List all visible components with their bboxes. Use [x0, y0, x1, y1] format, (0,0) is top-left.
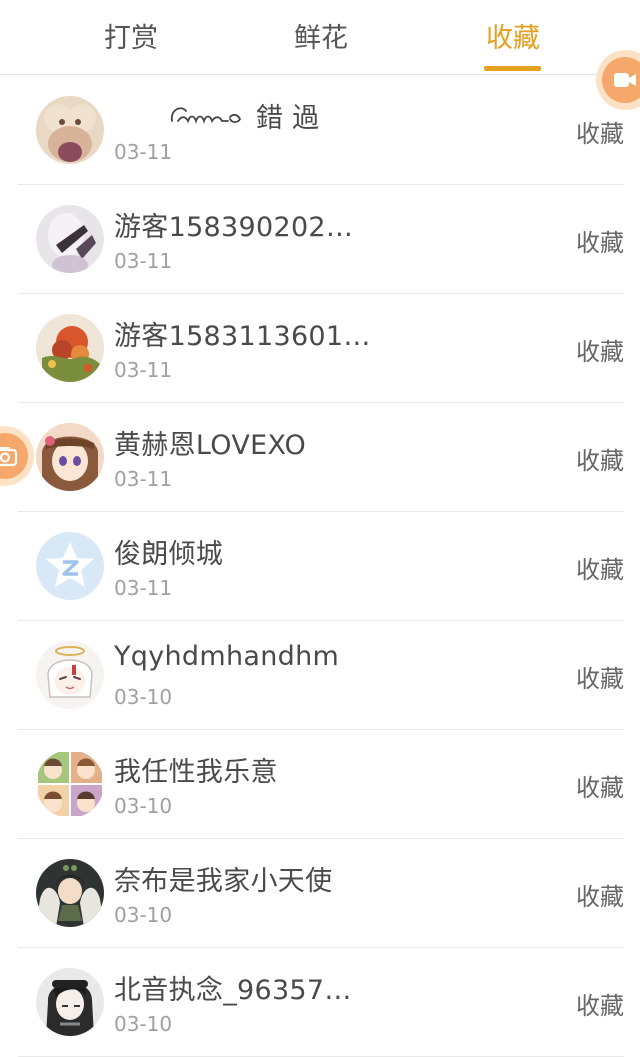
date-label: 03-11 [114, 467, 173, 491]
user-name: 奈布是我家小天使 [114, 866, 333, 897]
default-avatar-icon[interactable] [36, 532, 104, 600]
user-name: 黄赫恩LOVEXO [114, 430, 307, 461]
date-label: 03-11 [114, 140, 173, 164]
favorite-label: 收藏 [576, 447, 624, 475]
avatar[interactable] [36, 423, 104, 491]
avatar[interactable] [36, 205, 104, 273]
list-item[interactable]: 黄赫恩LOVEXO 03-11 收藏 [18, 403, 624, 512]
user-name: 北音执念_96357… [114, 975, 352, 1006]
video-camera-icon [602, 57, 640, 103]
user-name: 游客1583113601… [114, 321, 371, 352]
camera-icon [0, 433, 28, 479]
tab-favorites[interactable]: 收藏 [433, 0, 593, 74]
favorite-label: 收藏 [576, 229, 624, 257]
date-label: 03-11 [114, 358, 173, 382]
favorite-label: 收藏 [576, 774, 624, 802]
favorite-label: 收藏 [576, 338, 624, 366]
signature-decoration-icon [170, 106, 242, 124]
user-name: 錯 過 [168, 96, 319, 135]
date-label: 03-10 [114, 903, 173, 927]
tab-bar: 打赏 鲜花 收藏 [0, 0, 640, 75]
avatar[interactable] [36, 96, 104, 164]
favorite-label: 收藏 [576, 556, 624, 584]
list-item[interactable]: 北音执念_96357… 03-10 收藏 [18, 948, 624, 1057]
user-name: 我任性我乐意 [114, 757, 278, 788]
favorites-list: 錯 過 03-11 收藏 游客158390202… 03-11 收藏 游客158… [0, 76, 640, 1057]
list-item[interactable]: 俊朗倾城 03-11 收藏 [18, 512, 624, 621]
user-name: 游客158390202… [114, 212, 354, 243]
date-label: 03-10 [114, 685, 173, 709]
avatar[interactable] [36, 641, 104, 709]
list-item[interactable]: 我任性我乐意 03-10 收藏 [18, 730, 624, 839]
date-label: 03-10 [114, 1012, 173, 1036]
tab-flowers[interactable]: 鲜花 [241, 0, 401, 74]
favorite-label: 收藏 [576, 665, 624, 693]
avatar[interactable] [36, 968, 104, 1036]
date-label: 03-10 [114, 794, 173, 818]
list-item[interactable]: Yqyhdmhandhm 03-10 收藏 [18, 621, 624, 730]
active-tab-indicator [484, 66, 541, 71]
list-item[interactable]: 游客1583113601… 03-11 收藏 [18, 294, 624, 403]
user-name: 俊朗倾城 [114, 539, 224, 570]
favorite-label: 收藏 [576, 120, 624, 148]
list-item[interactable]: 游客158390202… 03-11 收藏 [18, 185, 624, 294]
avatar[interactable] [36, 314, 104, 382]
favorite-label: 收藏 [576, 883, 624, 911]
list-item[interactable]: 錯 過 03-11 收藏 [18, 76, 624, 185]
avatar[interactable] [36, 750, 104, 818]
list-item[interactable]: 奈布是我家小天使 03-10 收藏 [18, 839, 624, 948]
favorite-label: 收藏 [576, 992, 624, 1020]
tab-tip[interactable]: 打赏 [51, 0, 211, 74]
date-label: 03-11 [114, 576, 173, 600]
user-name: Yqyhdmhandhm [114, 641, 340, 672]
date-label: 03-11 [114, 249, 173, 273]
avatar[interactable] [36, 859, 104, 927]
user-name-text: 錯 過 [256, 103, 320, 134]
